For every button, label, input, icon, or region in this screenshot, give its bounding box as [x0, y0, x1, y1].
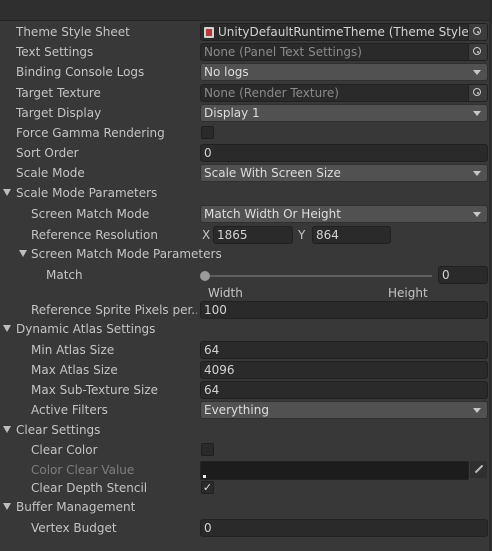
ref-sprite-ppu-row: Reference Sprite Pixels per... 100 — [0, 300, 492, 320]
object-picker-icon[interactable] — [468, 85, 487, 101]
text-settings-label: Text Settings — [16, 45, 94, 59]
active-filters-value: Everything — [204, 403, 269, 417]
sort-order-input[interactable]: 0 — [200, 144, 488, 162]
scale-mode-value: Scale With Screen Size — [204, 166, 341, 180]
active-filters-dropdown[interactable]: Everything — [200, 401, 488, 419]
scale-mode-params-foldout[interactable]: Scale Mode Parameters — [0, 183, 492, 203]
dynamic-atlas-foldout[interactable]: Dynamic Atlas Settings — [0, 319, 492, 339]
active-filters-label: Active Filters — [31, 403, 108, 417]
max-atlas-size-label: Max Atlas Size — [31, 363, 118, 377]
chevron-down-icon — [473, 212, 481, 217]
text-settings-field[interactable]: None (Panel Text Settings) — [200, 43, 488, 61]
target-texture-field[interactable]: None (Render Texture) — [200, 84, 488, 102]
force-gamma-checkbox[interactable] — [201, 126, 214, 139]
screen-match-mode-value: Match Width Or Height — [204, 207, 341, 221]
scale-mode-row: Scale Mode Scale With Screen Size — [0, 163, 492, 183]
screen-match-mode-row: Screen Match Mode Match Width Or Height — [0, 204, 492, 224]
active-filters-row: Active Filters Everything — [0, 400, 492, 420]
foldout-arrow-icon[interactable] — [3, 325, 11, 332]
target-texture-value: None (Render Texture) — [204, 86, 339, 100]
color-clear-value-row: Color Clear Value — [0, 460, 492, 480]
force-gamma-row: Force Gamma Rendering — [0, 123, 492, 143]
scale-mode-params-label: Scale Mode Parameters — [16, 186, 158, 200]
y-axis-label[interactable]: Y — [298, 225, 305, 245]
foldout-arrow-icon[interactable] — [3, 189, 11, 196]
clear-depth-stencil-row: Clear Depth Stencil ✓ — [0, 478, 492, 498]
reference-resolution-label: Reference Resolution — [31, 228, 158, 242]
max-subtexture-size-row: Max Sub-Texture Size 64 — [0, 380, 492, 400]
sort-order-row: Sort Order 0 — [0, 143, 492, 163]
max-subtexture-size-input[interactable]: 64 — [200, 381, 488, 399]
target-display-value: Display 1 — [204, 106, 260, 120]
eyedropper-icon[interactable] — [470, 461, 487, 478]
ref-sprite-ppu-input[interactable]: 100 — [200, 301, 488, 319]
screen-match-params-foldout[interactable]: Screen Match Mode Parameters — [0, 244, 492, 264]
inspector-top-bar — [0, 0, 492, 21]
foldout-arrow-icon[interactable] — [3, 426, 11, 433]
vertex-budget-row: Vertex Budget 0 — [0, 518, 492, 538]
object-picker-icon[interactable] — [468, 44, 487, 60]
binding-console-logs-value: No logs — [204, 65, 249, 79]
max-atlas-size-row: Max Atlas Size 4096 — [0, 360, 492, 380]
theme-style-sheet-label: Theme Style Sheet — [16, 25, 130, 39]
chevron-down-icon — [473, 171, 481, 176]
match-label: Match — [46, 268, 83, 282]
match-row: Match 0 — [0, 265, 492, 285]
target-texture-label: Target Texture — [16, 86, 101, 100]
x-axis-label[interactable]: X — [202, 225, 210, 245]
match-slider-thumb[interactable] — [200, 271, 210, 281]
chevron-down-icon — [473, 408, 481, 413]
chevron-down-icon — [473, 70, 481, 75]
clear-depth-stencil-label: Clear Depth Stencil — [31, 481, 148, 495]
chevron-down-icon — [473, 111, 481, 116]
style-sheet-asset-icon — [204, 27, 214, 38]
match-value-input[interactable]: 0 — [438, 266, 488, 284]
scale-mode-label: Scale Mode — [16, 166, 85, 180]
clear-settings-label: Clear Settings — [16, 423, 101, 437]
clear-depth-stencil-checkbox[interactable]: ✓ — [201, 481, 214, 494]
text-settings-value: None (Panel Text Settings) — [204, 45, 362, 59]
force-gamma-label: Force Gamma Rendering — [16, 126, 165, 140]
binding-console-logs-label: Binding Console Logs — [16, 65, 145, 79]
theme-style-sheet-field[interactable]: UnityDefaultRuntimeTheme (Theme Style Sh… — [200, 23, 488, 41]
target-display-dropdown[interactable]: Display 1 — [200, 104, 488, 122]
buffer-management-foldout[interactable]: Buffer Management — [0, 497, 492, 517]
clear-color-checkbox[interactable] — [201, 443, 214, 456]
reference-resolution-y-input[interactable]: 864 — [312, 226, 391, 244]
theme-style-sheet-row: Theme Style Sheet UnityDefaultRuntimeThe… — [0, 22, 492, 42]
reference-resolution-x-input[interactable]: 1865 — [213, 226, 293, 244]
clear-color-row: Clear Color — [0, 440, 492, 460]
binding-console-logs-dropdown[interactable]: No logs — [200, 63, 488, 81]
vertex-budget-input[interactable]: 0 — [200, 519, 488, 537]
buffer-management-label: Buffer Management — [16, 500, 136, 514]
binding-console-logs-row: Binding Console Logs No logs — [0, 62, 492, 82]
match-slider-track[interactable] — [204, 275, 432, 277]
min-atlas-size-label: Min Atlas Size — [31, 343, 115, 357]
foldout-arrow-icon[interactable] — [19, 250, 27, 257]
target-display-row: Target Display Display 1 — [0, 103, 492, 123]
ref-sprite-ppu-label: Reference Sprite Pixels per... — [31, 303, 197, 317]
clear-color-label: Clear Color — [31, 443, 98, 457]
scale-mode-dropdown[interactable]: Scale With Screen Size — [200, 164, 488, 182]
vertex-budget-label: Vertex Budget — [31, 521, 117, 535]
target-display-label: Target Display — [16, 106, 102, 120]
theme-style-sheet-value: UnityDefaultRuntimeTheme (Theme Style Sh… — [218, 25, 488, 39]
screen-match-mode-label: Screen Match Mode — [31, 207, 150, 221]
screen-match-mode-dropdown[interactable]: Match Width Or Height — [200, 205, 488, 223]
text-settings-row: Text Settings None (Panel Text Settings) — [0, 42, 492, 62]
screen-match-params-label: Screen Match Mode Parameters — [31, 247, 222, 261]
target-texture-row: Target Texture None (Render Texture) — [0, 83, 492, 103]
clear-settings-foldout[interactable]: Clear Settings — [0, 420, 492, 440]
max-atlas-size-input[interactable]: 4096 — [200, 361, 488, 379]
min-atlas-size-input[interactable]: 64 — [200, 341, 488, 359]
object-picker-icon[interactable] — [468, 24, 487, 40]
color-clear-value-label: Color Clear Value — [31, 463, 135, 477]
sort-order-label: Sort Order — [16, 146, 79, 160]
reference-resolution-row: Reference Resolution X 1865 Y 864 — [0, 225, 492, 245]
dynamic-atlas-label: Dynamic Atlas Settings — [16, 322, 156, 336]
min-atlas-size-row: Min Atlas Size 64 — [0, 340, 492, 360]
foldout-arrow-icon[interactable] — [3, 503, 11, 510]
max-subtexture-size-label: Max Sub-Texture Size — [31, 383, 159, 397]
